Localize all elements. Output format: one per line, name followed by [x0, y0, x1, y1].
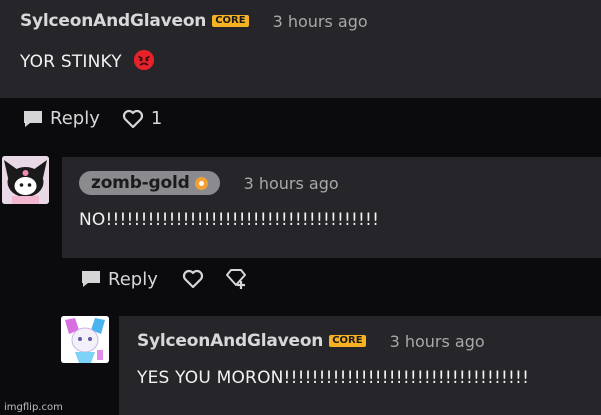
comment-text: YOR STINKY	[20, 52, 122, 72]
reply-button[interactable]: Reply	[22, 108, 100, 129]
watermark: imgflip.com	[4, 402, 63, 413]
comment-body: YOR STINKY	[20, 50, 154, 72]
author-pill[interactable]: zomb-gold	[79, 171, 220, 195]
comment-text: NO!!!!!!!!!!!!!!!!!!!!!!!!!!!!!!!!!!!!!!…	[79, 210, 380, 230]
angry-face-icon	[133, 50, 154, 70]
comment-header: zomb-gold 3 hours ago	[79, 171, 339, 195]
gold-star-badge-icon	[194, 176, 208, 190]
heart-icon	[122, 109, 144, 129]
reply-label: Reply	[108, 268, 158, 290]
reply-label: Reply	[50, 108, 100, 129]
avatar[interactable]	[2, 156, 49, 204]
like-count: 1	[150, 108, 163, 129]
core-badge: CORE	[329, 335, 366, 347]
heart-icon	[182, 269, 204, 289]
reply-icon	[80, 269, 102, 289]
author-name: zomb-gold	[91, 173, 190, 193]
timestamp[interactable]: 3 hours ago	[244, 174, 339, 193]
comment-header: SylceonAndGlaveon CORE 3 hours ago	[137, 331, 485, 351]
like-button[interactable]	[182, 269, 204, 289]
reply-icon	[22, 109, 44, 129]
comment-actions: Reply 1	[22, 108, 162, 129]
award-button[interactable]	[224, 268, 248, 290]
comment-header: SylceonAndGlaveon CORE 3 hours ago	[20, 11, 368, 31]
comment-card: zomb-gold 3 hours ago NO!!!!!!!!!!!!!!!!…	[62, 157, 601, 258]
comment-card: SylceonAndGlaveon CORE 3 hours ago YES Y…	[119, 316, 601, 415]
avatar[interactable]	[61, 316, 109, 363]
reply-button[interactable]: Reply	[80, 269, 158, 290]
author-name[interactable]: SylceonAndGlaveon	[137, 331, 323, 351]
core-badge: CORE	[212, 15, 249, 27]
timestamp[interactable]: 3 hours ago	[390, 332, 485, 351]
award-icon	[224, 268, 248, 290]
comment-actions: Reply	[80, 268, 248, 290]
like-button[interactable]: 1	[122, 108, 162, 129]
timestamp[interactable]: 3 hours ago	[273, 12, 368, 31]
comment-text: YES YOU MORON!!!!!!!!!!!!!!!!!!!!!!!!!!!…	[137, 368, 530, 388]
author-name[interactable]: SylceonAndGlaveon	[20, 11, 206, 31]
comment-card: SylceonAndGlaveon CORE 3 hours ago YOR S…	[0, 0, 601, 98]
